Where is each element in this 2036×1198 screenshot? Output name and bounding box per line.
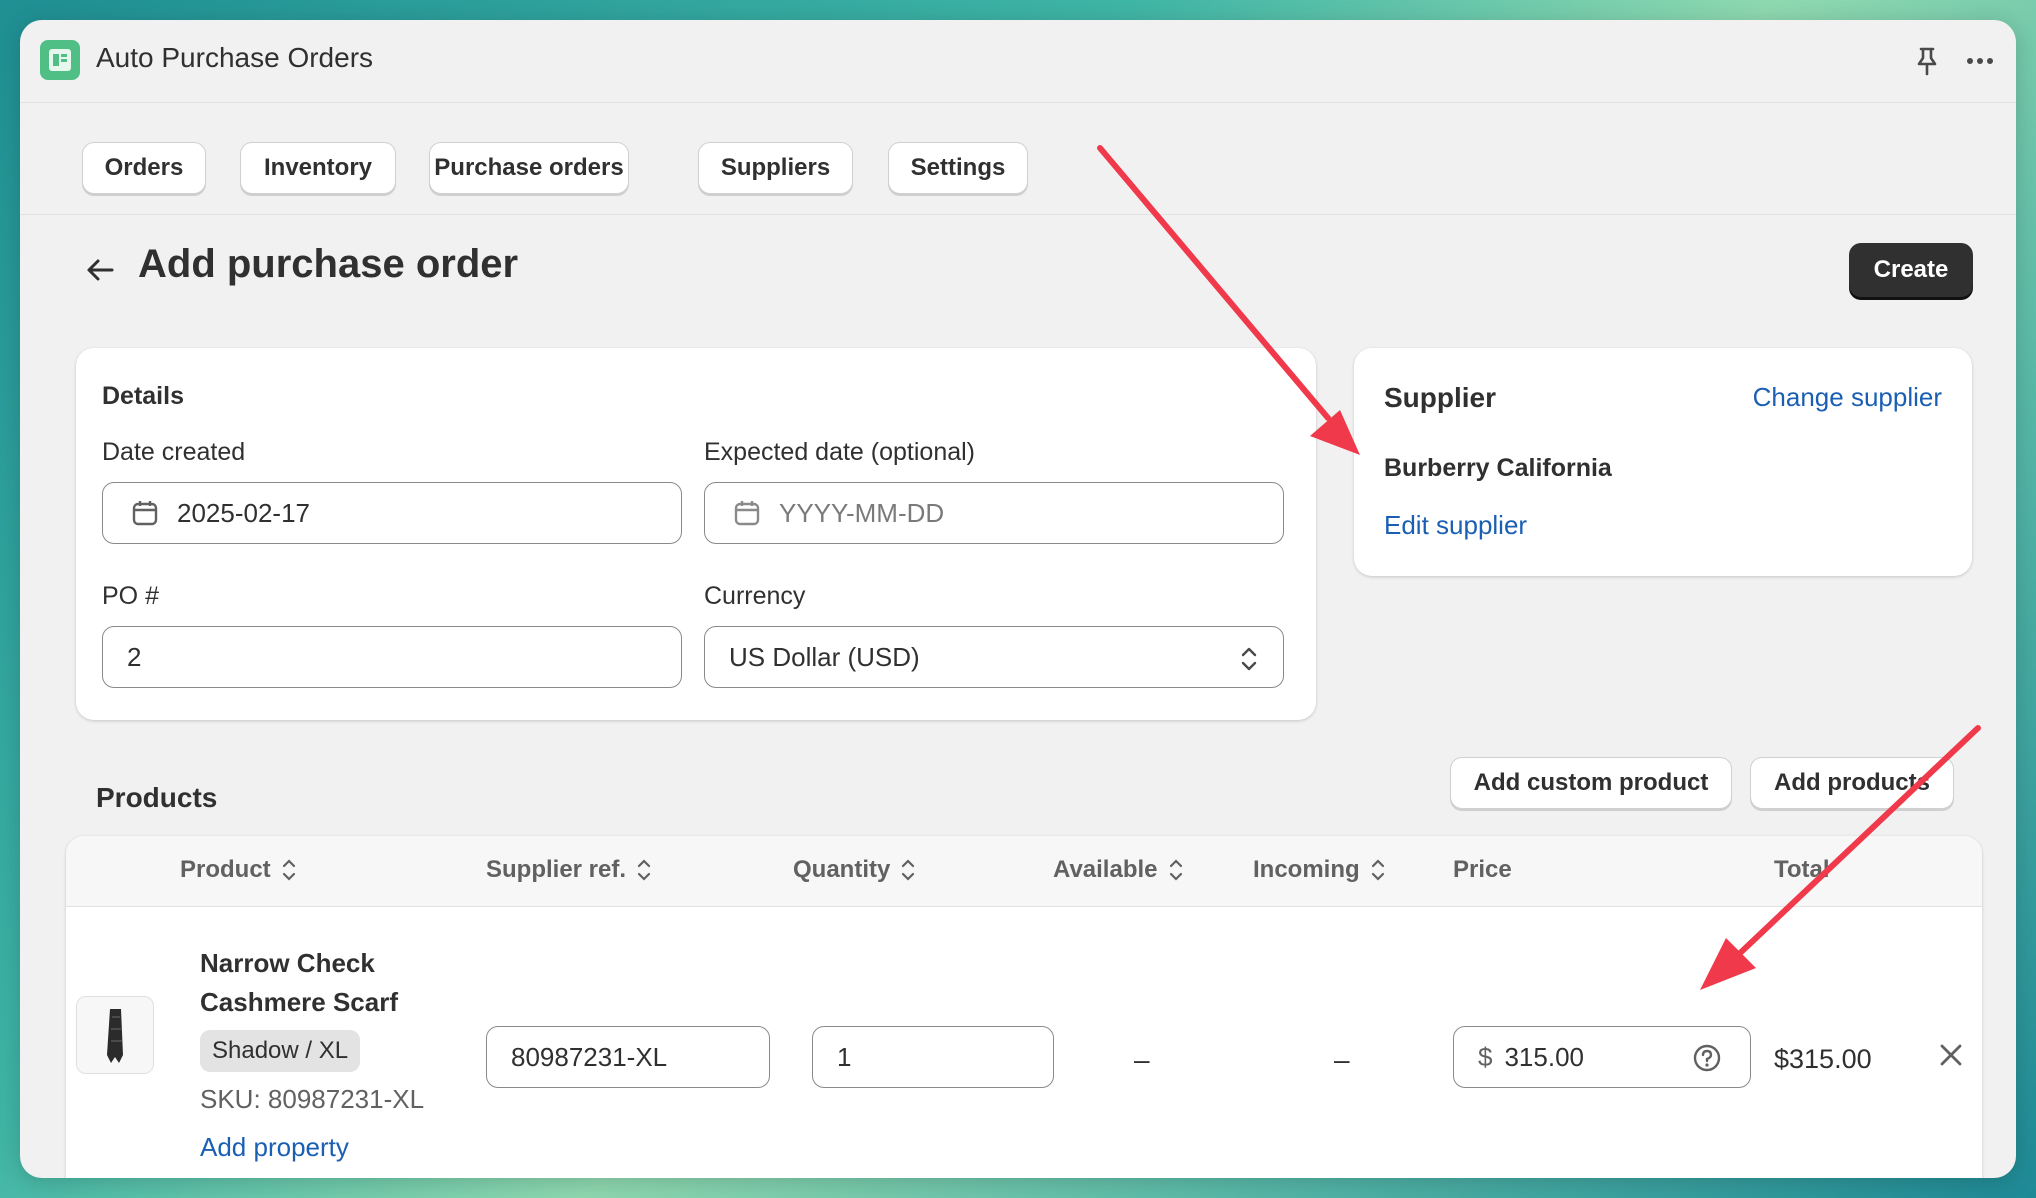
products-heading: Products [96,782,218,813]
currency-select[interactable]: US Dollar (USD) [704,626,1284,688]
po-number-label: PO # [102,582,159,610]
add-products-button[interactable]: Add products [1750,757,1954,809]
sort-icon [282,859,295,881]
column-header-available[interactable]: Available [1053,856,1184,884]
tab-orders[interactable]: Orders [82,142,206,194]
page-title: Add purchase order [138,242,519,286]
tab-purchase-orders[interactable]: Purchase orders [429,142,629,194]
product-thumbnail [76,996,154,1074]
sort-icon [637,859,651,881]
edit-supplier-link[interactable]: Edit supplier [1384,510,1527,541]
change-supplier-link[interactable]: Change supplier [1753,382,1942,413]
add-property-link[interactable]: Add property [200,1132,349,1163]
variant-badge: Shadow / XL [200,1030,361,1072]
currency-label: Currency [704,582,806,610]
back-arrow-icon[interactable] [82,252,118,288]
pin-icon[interactable] [1910,44,1944,78]
add-custom-product-button[interactable]: Add custom product [1450,757,1732,809]
sort-icon [1371,859,1384,881]
column-header-product[interactable]: Product [180,856,297,884]
currency-value: US Dollar (USD) [729,641,920,672]
more-options-icon[interactable] [1960,44,2000,78]
title-bar: Auto Purchase Orders [20,20,2016,103]
product-name[interactable]: Narrow Check Cashmere Scarf [200,944,460,1022]
top-navigation: Orders Inventory Purchase orders Supplie… [20,102,2016,215]
column-header-total: Total [1774,856,1830,883]
price-value: 315.00 [1504,1041,1584,1072]
supplier-name: Burberry California [1384,454,1612,482]
available-value: – [1134,1044,1150,1075]
calendar-icon [734,501,760,526]
column-header-quantity[interactable]: Quantity [793,856,916,884]
incoming-value: – [1334,1044,1350,1075]
expected-date-label: Expected date (optional) [704,438,976,466]
column-header-price: Price [1453,856,1512,883]
app-logo-icon [40,40,80,80]
row-total-value: $315.00 [1774,1044,1872,1074]
sort-icon [902,859,915,881]
remove-row-icon[interactable] [1936,1040,1966,1070]
currency-symbol: $ [1478,1041,1493,1072]
help-circle-icon[interactable] [1692,1043,1722,1073]
calendar-icon [132,501,158,526]
expected-date-placeholder: YYYY-MM-DD [779,497,945,528]
products-table: Product Supplier ref. Quantity Available… [66,836,1982,1178]
supplier-ref-input[interactable]: 80987231-XL [486,1026,770,1088]
expected-date-field[interactable]: YYYY-MM-DD [704,482,1284,544]
tab-suppliers[interactable]: Suppliers [698,142,853,194]
select-chevrons-icon [1241,647,1257,671]
details-card: Details Date created 2025-02-17 Expected… [76,348,1316,720]
scarf-image-icon [107,1009,123,1063]
column-header-supplier-ref[interactable]: Supplier ref. [486,856,652,884]
date-created-label: Date created [102,438,246,466]
supplier-card: Supplier Change supplier Burberry Califo… [1354,348,1972,576]
po-number-input[interactable]: 2 [102,626,682,688]
product-sku: SKU: 80987231-XL [200,1084,425,1114]
date-created-field[interactable]: 2025-02-17 [102,482,682,544]
table-header: Product Supplier ref. Quantity Available… [66,836,1982,907]
tab-inventory[interactable]: Inventory [240,142,396,194]
details-heading: Details [102,382,184,410]
supplier-heading: Supplier [1384,382,1497,413]
app-title: Auto Purchase Orders [96,42,374,73]
app-window: Auto Purchase Orders Orders Inventory Pu… [20,20,2016,1178]
tab-settings[interactable]: Settings [888,142,1028,194]
quantity-input[interactable]: 1 [812,1026,1054,1088]
date-created-value: 2025-02-17 [177,497,310,528]
column-header-incoming[interactable]: Incoming [1253,856,1386,884]
sort-icon [1169,859,1182,881]
create-button[interactable]: Create [1849,243,1973,297]
price-input[interactable]: $ 315.00 [1453,1026,1751,1088]
